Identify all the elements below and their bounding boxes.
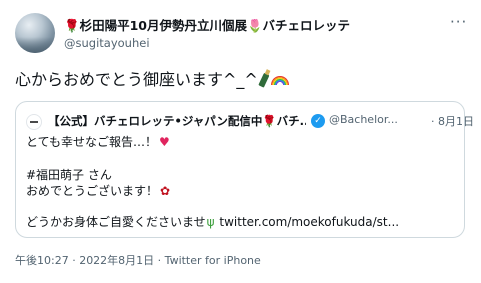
author-handle[interactable]: @sugitayouhei [64,36,150,50]
quoted-line-4-text: どうかお身体ご自愛くださいませ [26,215,206,229]
quoted-author-name: 【公式】バチェロレッテ•ジャパン配信中🌹バチ... [48,114,306,128]
quoted-avatar [26,114,42,130]
quoted-author-handle: @Bachelor... [329,113,398,126]
tweet-text-body: 心からおめでとう御座います^_^ [15,70,258,89]
more-icon[interactable]: ··· [450,13,467,31]
quoted-date: · 8月1日 [431,115,474,128]
quoted-line-3-text: おめでとうございます！ [26,184,159,198]
sprout-icon: ψ [206,215,215,229]
champagne-icon [258,72,270,88]
tweet-timestamp[interactable]: 午後10:27 · 2022年8月1日 · Twitter for iPhone [15,252,261,268]
quoted-line-4: どうかお身体ご自愛くださいませψ twitter.com/moekofukuda… [26,213,399,230]
rose-icon: ✿ [160,184,171,198]
verified-badge-icon: ✓ [311,114,325,128]
quoted-line-3: おめでとうございます！ ✿ [26,182,170,199]
quoted-tweet-card[interactable]: 【公式】バチェロレッテ•ジャパン配信中🌹バチ... ✓ @Bachelor...… [15,101,474,238]
quoted-line-1: とても幸せなご報告…！ ♥ [26,133,170,150]
avatar[interactable] [15,13,55,53]
tweet-text: 心からおめでとう御座います^_^ [15,66,289,90]
quoted-line-1-text: とても幸せなご報告…！ [26,135,158,149]
author-name[interactable]: 🌹杉田陽平10月伊勢丹立川個展🌷バチェロレッテ [64,15,350,34]
quoted-hashtag-line: #福田萌子 さん [26,168,112,182]
heart-icon: ♥ [159,135,170,149]
quoted-link[interactable]: twitter.com/moekofukuda/st... [219,215,399,229]
rainbow-icon [270,76,289,85]
